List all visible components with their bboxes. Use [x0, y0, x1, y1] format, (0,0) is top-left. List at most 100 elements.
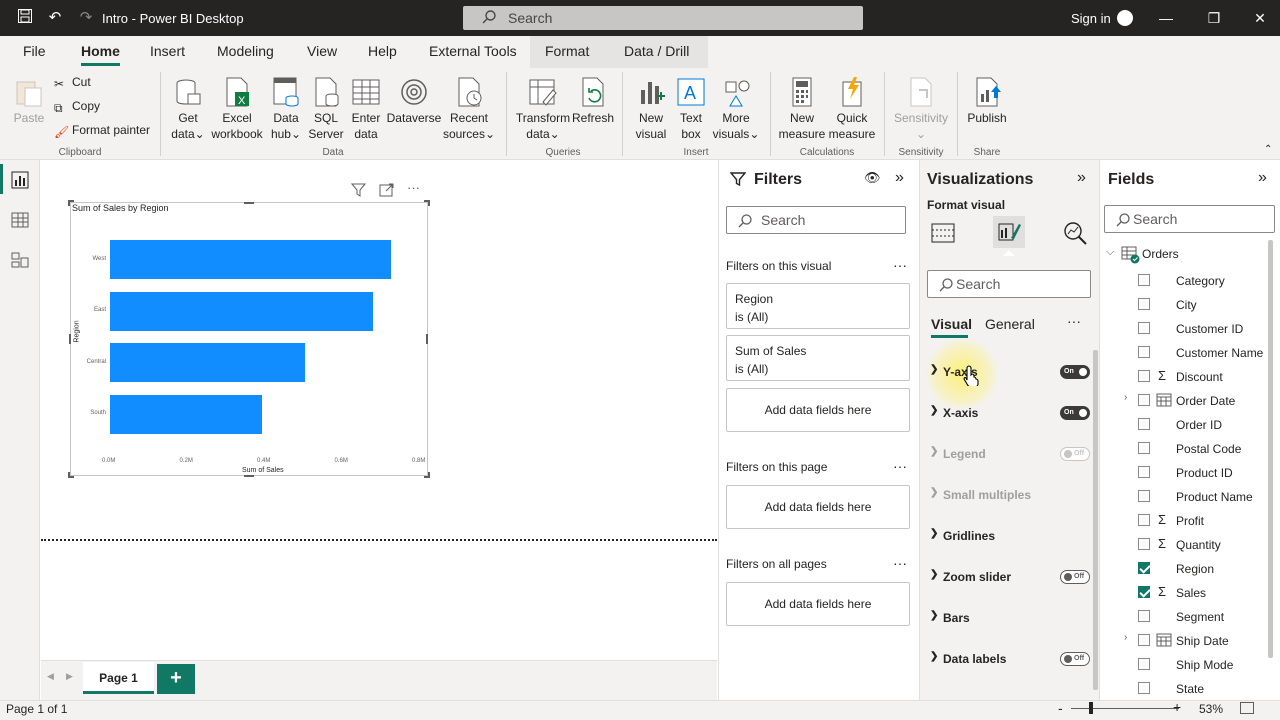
collapse-fields-icon[interactable]: »: [1258, 169, 1267, 187]
y-axis-toggle[interactable]: On: [1060, 365, 1090, 379]
section-zoom-slider[interactable]: ❯ Zoom slider Off: [928, 564, 1092, 590]
format-search-input[interactable]: Search: [927, 270, 1091, 298]
paste-button[interactable]: Paste: [12, 76, 46, 126]
sensitivity-button[interactable]: Sensitivity ⌄: [890, 76, 952, 142]
field-checkbox[interactable]: [1138, 514, 1150, 526]
field-checkbox[interactable]: [1138, 610, 1150, 622]
close-icon[interactable]: ✕: [1250, 8, 1270, 28]
filter-card-region[interactable]: Region is (All): [726, 283, 910, 329]
resize-handle-right[interactable]: [426, 334, 428, 344]
field-checkbox[interactable]: [1138, 586, 1150, 598]
section-data-labels[interactable]: ❯ Data labels Off: [928, 646, 1092, 672]
report-view-icon[interactable]: [10, 170, 30, 190]
save-icon[interactable]: [15, 8, 35, 28]
excel-workbook-button[interactable]: X Excel workbook: [210, 76, 264, 142]
field-checkbox[interactable]: [1138, 634, 1150, 646]
resize-handle-tl[interactable]: [68, 200, 74, 206]
get-data-button[interactable]: Get data⌄: [168, 76, 208, 142]
field-checkbox[interactable]: [1138, 418, 1150, 430]
resize-handle-br[interactable]: [424, 472, 430, 478]
add-page-button[interactable]: +: [157, 664, 195, 694]
format-painter-button[interactable]: 🖌 Format painter: [54, 123, 150, 139]
collapse-filters-icon[interactable]: »: [895, 169, 904, 187]
data-labels-toggle[interactable]: Off: [1060, 652, 1090, 666]
enter-data-button[interactable]: Enter data: [346, 76, 386, 142]
viz-scrollbar[interactable]: [1093, 350, 1098, 690]
sign-in-link[interactable]: Sign in: [1071, 11, 1111, 26]
tab-format[interactable]: Format: [545, 43, 589, 59]
zoom-in-button[interactable]: +: [1173, 699, 1181, 715]
filter-icon[interactable]: [350, 183, 367, 200]
zoom-slider-toggle[interactable]: Off: [1060, 570, 1090, 584]
eye-icon[interactable]: 👁: [864, 170, 881, 186]
bar-central[interactable]: [110, 343, 305, 382]
recent-sources-button[interactable]: Recent sources⌄: [442, 76, 496, 142]
publish-button[interactable]: Publish: [964, 76, 1010, 126]
add-visual-filter-well[interactable]: Add data fields here: [726, 388, 910, 432]
resize-handle-bottom[interactable]: [244, 475, 254, 477]
format-visual-tab[interactable]: [993, 216, 1025, 248]
field-checkbox[interactable]: [1138, 346, 1150, 358]
field-checkbox[interactable]: [1138, 658, 1150, 670]
model-view-icon[interactable]: [10, 250, 30, 270]
bar-east[interactable]: [110, 291, 373, 331]
field-checkbox[interactable]: [1138, 538, 1150, 550]
collapse-viz-icon[interactable]: »: [1077, 169, 1086, 187]
tab-view[interactable]: View: [307, 43, 337, 59]
add-page-filter-well[interactable]: Add data fields here: [726, 485, 910, 529]
chevron-down-icon[interactable]: ⌵: [1106, 246, 1114, 259]
data-hub-button[interactable]: Data hub⌄: [266, 76, 306, 142]
build-visual-icon[interactable]: [930, 220, 956, 246]
new-measure-button[interactable]: New measure: [778, 76, 826, 142]
field-checkbox[interactable]: [1138, 490, 1150, 502]
zoom-slider-track[interactable]: [1071, 708, 1179, 709]
field-checkbox[interactable]: [1138, 682, 1150, 694]
fit-to-page-icon[interactable]: [1240, 702, 1254, 714]
resize-handle-tr[interactable]: [424, 200, 430, 206]
next-page-icon[interactable]: ▶: [66, 671, 73, 682]
section-bars[interactable]: ❯ Bars: [928, 605, 1092, 631]
redo-icon[interactable]: ↷: [76, 8, 96, 28]
data-view-icon[interactable]: [10, 210, 30, 230]
field-checkbox[interactable]: [1138, 466, 1150, 478]
field-checkbox[interactable]: [1138, 274, 1150, 286]
table-orders[interactable]: Orders: [1142, 247, 1179, 261]
section-x-axis[interactable]: ❯ X-axis On: [928, 400, 1092, 426]
section-small-multiples[interactable]: ❯ Small multiples: [928, 482, 1092, 508]
chevron-right-icon[interactable]: ›: [1124, 632, 1127, 643]
tab-home[interactable]: Home: [81, 43, 120, 66]
field-checkbox[interactable]: [1138, 370, 1150, 382]
section-gridlines[interactable]: ❯ Gridlines: [928, 523, 1092, 549]
field-checkbox[interactable]: [1138, 562, 1150, 574]
legend-toggle[interactable]: Off: [1060, 447, 1090, 461]
dataverse-button[interactable]: Dataverse: [386, 76, 442, 126]
resize-handle-top[interactable]: [244, 202, 254, 204]
filters-search-input[interactable]: Search: [726, 206, 906, 234]
tab-modeling[interactable]: Modeling: [217, 43, 274, 59]
more-visuals-button[interactable]: More visuals⌄: [710, 76, 762, 142]
transform-data-button[interactable]: Transform data⌄: [514, 76, 572, 142]
more-options-icon[interactable]: ···: [893, 555, 907, 571]
tab-insert[interactable]: Insert: [150, 43, 185, 59]
prev-page-icon[interactable]: ◀: [47, 671, 54, 682]
page-tab-1[interactable]: Page 1: [83, 662, 154, 694]
subtab-visual[interactable]: Visual: [931, 316, 972, 338]
analytics-icon[interactable]: [1062, 220, 1088, 246]
bar-south[interactable]: [110, 394, 262, 434]
bar-west[interactable]: [110, 240, 391, 279]
field-checkbox[interactable]: [1138, 322, 1150, 334]
more-options-icon[interactable]: ···: [1067, 313, 1081, 329]
more-options-icon[interactable]: ···: [893, 458, 907, 474]
x-axis-toggle[interactable]: On: [1060, 406, 1090, 420]
sql-server-button[interactable]: SQL Server: [306, 76, 346, 142]
filter-card-sum-of-sales[interactable]: Sum of Sales is (All): [726, 335, 910, 381]
collapse-ribbon-icon[interactable]: ⌃: [1264, 144, 1272, 155]
resize-handle-left[interactable]: [69, 334, 71, 344]
section-y-axis[interactable]: ❯ Y-axis On: [928, 359, 1092, 385]
fields-search-input[interactable]: Search: [1104, 205, 1275, 233]
tab-file[interactable]: File: [23, 43, 46, 59]
add-report-filter-well[interactable]: Add data fields here: [726, 582, 910, 626]
refresh-button[interactable]: Refresh: [572, 76, 614, 126]
tab-data-drill[interactable]: Data / Drill: [624, 43, 689, 59]
more-options-icon[interactable]: ···: [407, 180, 420, 195]
